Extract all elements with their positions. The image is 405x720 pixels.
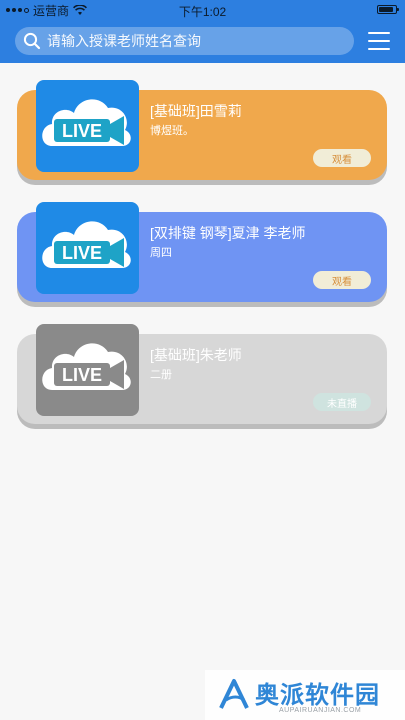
watermark-name: 奥派软件园: [255, 682, 380, 709]
svg-text:LIVE: LIVE: [62, 243, 102, 263]
status-bar: 运营商 下午1:02: [0, 0, 405, 20]
watermark-url: AUPAIRUANJIAN.COM: [279, 707, 362, 714]
course-subtitle: 博煜班。: [150, 125, 194, 137]
search-bar[interactable]: [15, 27, 354, 55]
svg-text:LIVE: LIVE: [62, 365, 102, 385]
battery-icon: [377, 5, 399, 14]
watch-button[interactable]: 观看: [313, 271, 371, 289]
course-thumbnail: LIVE: [36, 324, 139, 416]
live-video-cloud-icon: LIVE: [42, 221, 131, 268]
search-input[interactable]: [47, 29, 317, 53]
top-bar: 运营商 下午1:02: [0, 0, 405, 63]
course-card-2[interactable]: LIVE [双排键 钢琴]夏津 李老师 周四 观看: [17, 202, 387, 302]
app-screen: 运营商 下午1:02 请输入授课老师姓名查询 LIVE [基础班]田雪莉 博煜班…: [0, 0, 405, 720]
course-card-1[interactable]: LIVE [基础班]田雪莉 博煜班。 观看: [17, 80, 387, 180]
status-time: 下午1:02: [178, 5, 227, 19]
menu-button[interactable]: [368, 32, 390, 50]
course-thumbnail: LIVE: [36, 80, 139, 172]
live-video-cloud-icon: LIVE: [42, 343, 131, 390]
not-live-button[interactable]: 未直播: [313, 393, 371, 411]
svg-text:LIVE: LIVE: [62, 121, 102, 141]
course-thumbnail: LIVE: [36, 202, 139, 294]
course-title: [双排键 钢琴]夏津 李老师: [150, 225, 306, 241]
hamburger-menu-icon: [368, 32, 390, 34]
watch-button[interactable]: 观看: [313, 149, 371, 167]
live-video-cloud-icon: LIVE: [42, 99, 131, 146]
course-subtitle: 二册: [150, 369, 172, 381]
course-subtitle: 周四: [150, 247, 172, 259]
search-icon: [23, 32, 41, 50]
course-title: [基础班]朱老师: [150, 347, 242, 363]
course-title: [基础班]田雪莉: [150, 103, 242, 119]
course-card-3[interactable]: LIVE [基础班]朱老师 二册 未直播: [17, 324, 387, 424]
aupai-logo-icon: [219, 679, 249, 709]
watermark: 奥派软件园 AUPAIRUANJIAN.COM: [205, 670, 405, 720]
